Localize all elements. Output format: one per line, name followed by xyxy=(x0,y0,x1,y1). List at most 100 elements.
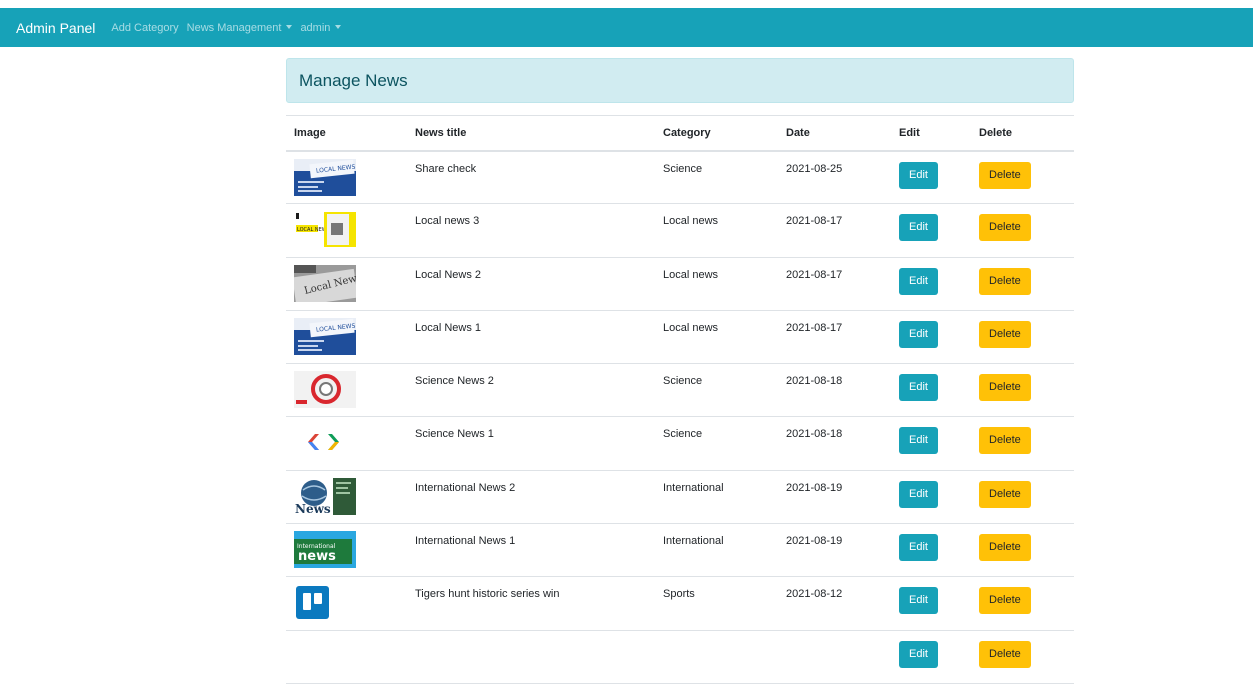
delete-button[interactable]: Delete xyxy=(979,267,1031,295)
table-row: Local News Local News 2 Local news 2021-08-… xyxy=(286,257,1074,311)
delete-cell: Delete xyxy=(971,364,1074,417)
table-row: International news International News 1 Int… xyxy=(286,524,1074,577)
edit-cell: Edit xyxy=(891,524,971,577)
delete-cell: Delete xyxy=(971,470,1074,523)
news-category-cell: Science xyxy=(663,428,703,441)
image-cell xyxy=(286,417,407,470)
news-title-cell: Tigers hunt historic series win xyxy=(415,588,560,601)
edit-button[interactable]: Edit xyxy=(899,480,938,508)
news-date-cell: 2021-08-19 xyxy=(786,535,843,548)
delete-button[interactable]: Delete xyxy=(979,587,1031,615)
news-date-cell: 2021-08-17 xyxy=(786,268,843,281)
table-row: LOCAL NEWS Local news 3 Local news 2021-08-… xyxy=(286,204,1074,258)
news-table: Image News title Category Date Edit Dele… xyxy=(286,115,1074,684)
edit-button[interactable]: Edit xyxy=(899,320,938,348)
news-thumbnail-image xyxy=(294,424,356,462)
edit-cell: Edit xyxy=(891,364,971,417)
table-row: Science News 2 Science 2021-08-18 Edit Delet… xyxy=(286,364,1074,417)
delete-button[interactable]: Delete xyxy=(979,320,1031,348)
news-category-cell: Local news xyxy=(663,268,719,281)
news-category-cell: International xyxy=(663,481,724,494)
delete-cell: Delete xyxy=(971,310,1074,363)
nav-add-category[interactable]: Add Category xyxy=(111,22,178,34)
edit-button[interactable]: Edit xyxy=(899,534,938,562)
image-cell: LOCAL NEWS xyxy=(286,310,407,363)
news-thumbnail-image: LOCAL NEWS xyxy=(294,158,356,196)
edit-cell: Edit xyxy=(891,417,971,470)
brand-link[interactable]: Admin Panel xyxy=(16,20,95,36)
page-header-alert: Manage News xyxy=(286,58,1074,103)
delete-button[interactable]: Delete xyxy=(979,161,1031,189)
column-header-delete: Delete xyxy=(979,126,1013,139)
nav-user-dropdown[interactable]: admin xyxy=(300,21,342,34)
delete-button[interactable]: Delete xyxy=(979,214,1031,242)
table-header-row: Image News title Category Date Edit Dele… xyxy=(286,115,1074,151)
edit-button[interactable]: Edit xyxy=(899,587,938,615)
news-category-cell: Science xyxy=(663,162,703,175)
svg-text:news: news xyxy=(298,549,336,564)
caret-down-icon xyxy=(286,24,293,29)
delete-cell: Delete xyxy=(971,577,1074,630)
news-thumbnail-image: LOCAL NEWS xyxy=(294,317,356,355)
image-cell xyxy=(286,364,407,417)
news-date-cell: 2021-08-18 xyxy=(786,428,843,441)
nav-news-management-label: News Management xyxy=(186,21,282,34)
nav-user-label: admin xyxy=(300,21,331,34)
news-title-cell: Local news 3 xyxy=(415,215,480,228)
news-title-cell: Local News 1 xyxy=(415,321,482,334)
column-header-category: Category xyxy=(663,126,711,139)
edit-button[interactable]: Edit xyxy=(899,640,938,668)
news-table-container: Image News title Category Date Edit Dele… xyxy=(286,115,1074,684)
delete-button[interactable]: Delete xyxy=(979,640,1031,668)
edit-cell: Edit xyxy=(891,310,971,363)
delete-cell: Delete xyxy=(971,630,1074,683)
news-date-cell: 2021-08-17 xyxy=(786,321,843,334)
edit-cell: Edit xyxy=(891,151,971,204)
image-cell: LOCAL NEWS xyxy=(286,151,407,204)
table-row: Science News 1 Science 2021-08-18 Edit Delet… xyxy=(286,417,1074,471)
edit-cell: Edit xyxy=(891,257,971,310)
edit-button[interactable]: Edit xyxy=(899,374,938,402)
svg-text:News: News xyxy=(295,502,331,515)
edit-cell: Edit xyxy=(891,577,971,630)
edit-button[interactable]: Edit xyxy=(899,267,938,295)
edit-button[interactable]: Edit xyxy=(899,214,938,242)
news-date-cell: 2021-08-19 xyxy=(786,481,843,494)
column-header-image: Image xyxy=(294,126,326,139)
news-category-cell: Science xyxy=(663,375,703,388)
nav-news-management-dropdown[interactable]: News Management xyxy=(187,22,293,34)
edit-cell: Edit xyxy=(891,630,971,683)
image-cell xyxy=(286,630,407,683)
image-cell: International news xyxy=(286,524,407,577)
edit-cell: Edit xyxy=(891,204,971,257)
edit-button[interactable]: Edit xyxy=(899,161,938,189)
delete-button[interactable]: Delete xyxy=(979,374,1031,402)
image-cell xyxy=(286,577,407,630)
news-date-cell: 2021-08-18 xyxy=(786,375,843,388)
delete-cell: Delete xyxy=(971,524,1074,577)
edit-button[interactable]: Edit xyxy=(899,427,938,455)
edit-cell: Edit xyxy=(891,470,971,523)
news-title-cell: Science News 1 xyxy=(415,428,494,441)
news-title-cell: Share check xyxy=(415,162,477,175)
news-thumbnail-image: International news xyxy=(294,531,356,569)
news-title-cell: Local News 2 xyxy=(415,268,482,281)
page-title: Manage News xyxy=(299,70,408,90)
news-date-cell: 2021-08-12 xyxy=(786,588,843,601)
column-header-edit: Edit xyxy=(899,126,920,139)
delete-button[interactable]: Delete xyxy=(979,480,1031,508)
news-category-cell: International xyxy=(663,535,724,548)
table-row: Tigers hunt historic series win Sports 202… xyxy=(286,577,1074,631)
news-title-cell: Science News 2 xyxy=(415,375,494,388)
table-row: LOCAL NEWS Local News 1 Local news 2021-08-… xyxy=(286,310,1074,364)
table-row: LOCAL NEWS Share check Science 2021-08-25 Ed… xyxy=(286,151,1074,204)
caret-down-icon xyxy=(335,24,342,29)
news-thumbnail-image: News xyxy=(294,477,356,515)
delete-button[interactable]: Delete xyxy=(979,534,1031,562)
column-header-date: Date xyxy=(786,126,810,139)
news-thumbnail-image xyxy=(294,371,356,409)
news-date-cell: 2021-08-25 xyxy=(786,162,843,175)
table-row-partial: Edit Delete xyxy=(286,630,1074,684)
news-category-cell: Local news xyxy=(663,215,719,228)
delete-button[interactable]: Delete xyxy=(979,427,1031,455)
